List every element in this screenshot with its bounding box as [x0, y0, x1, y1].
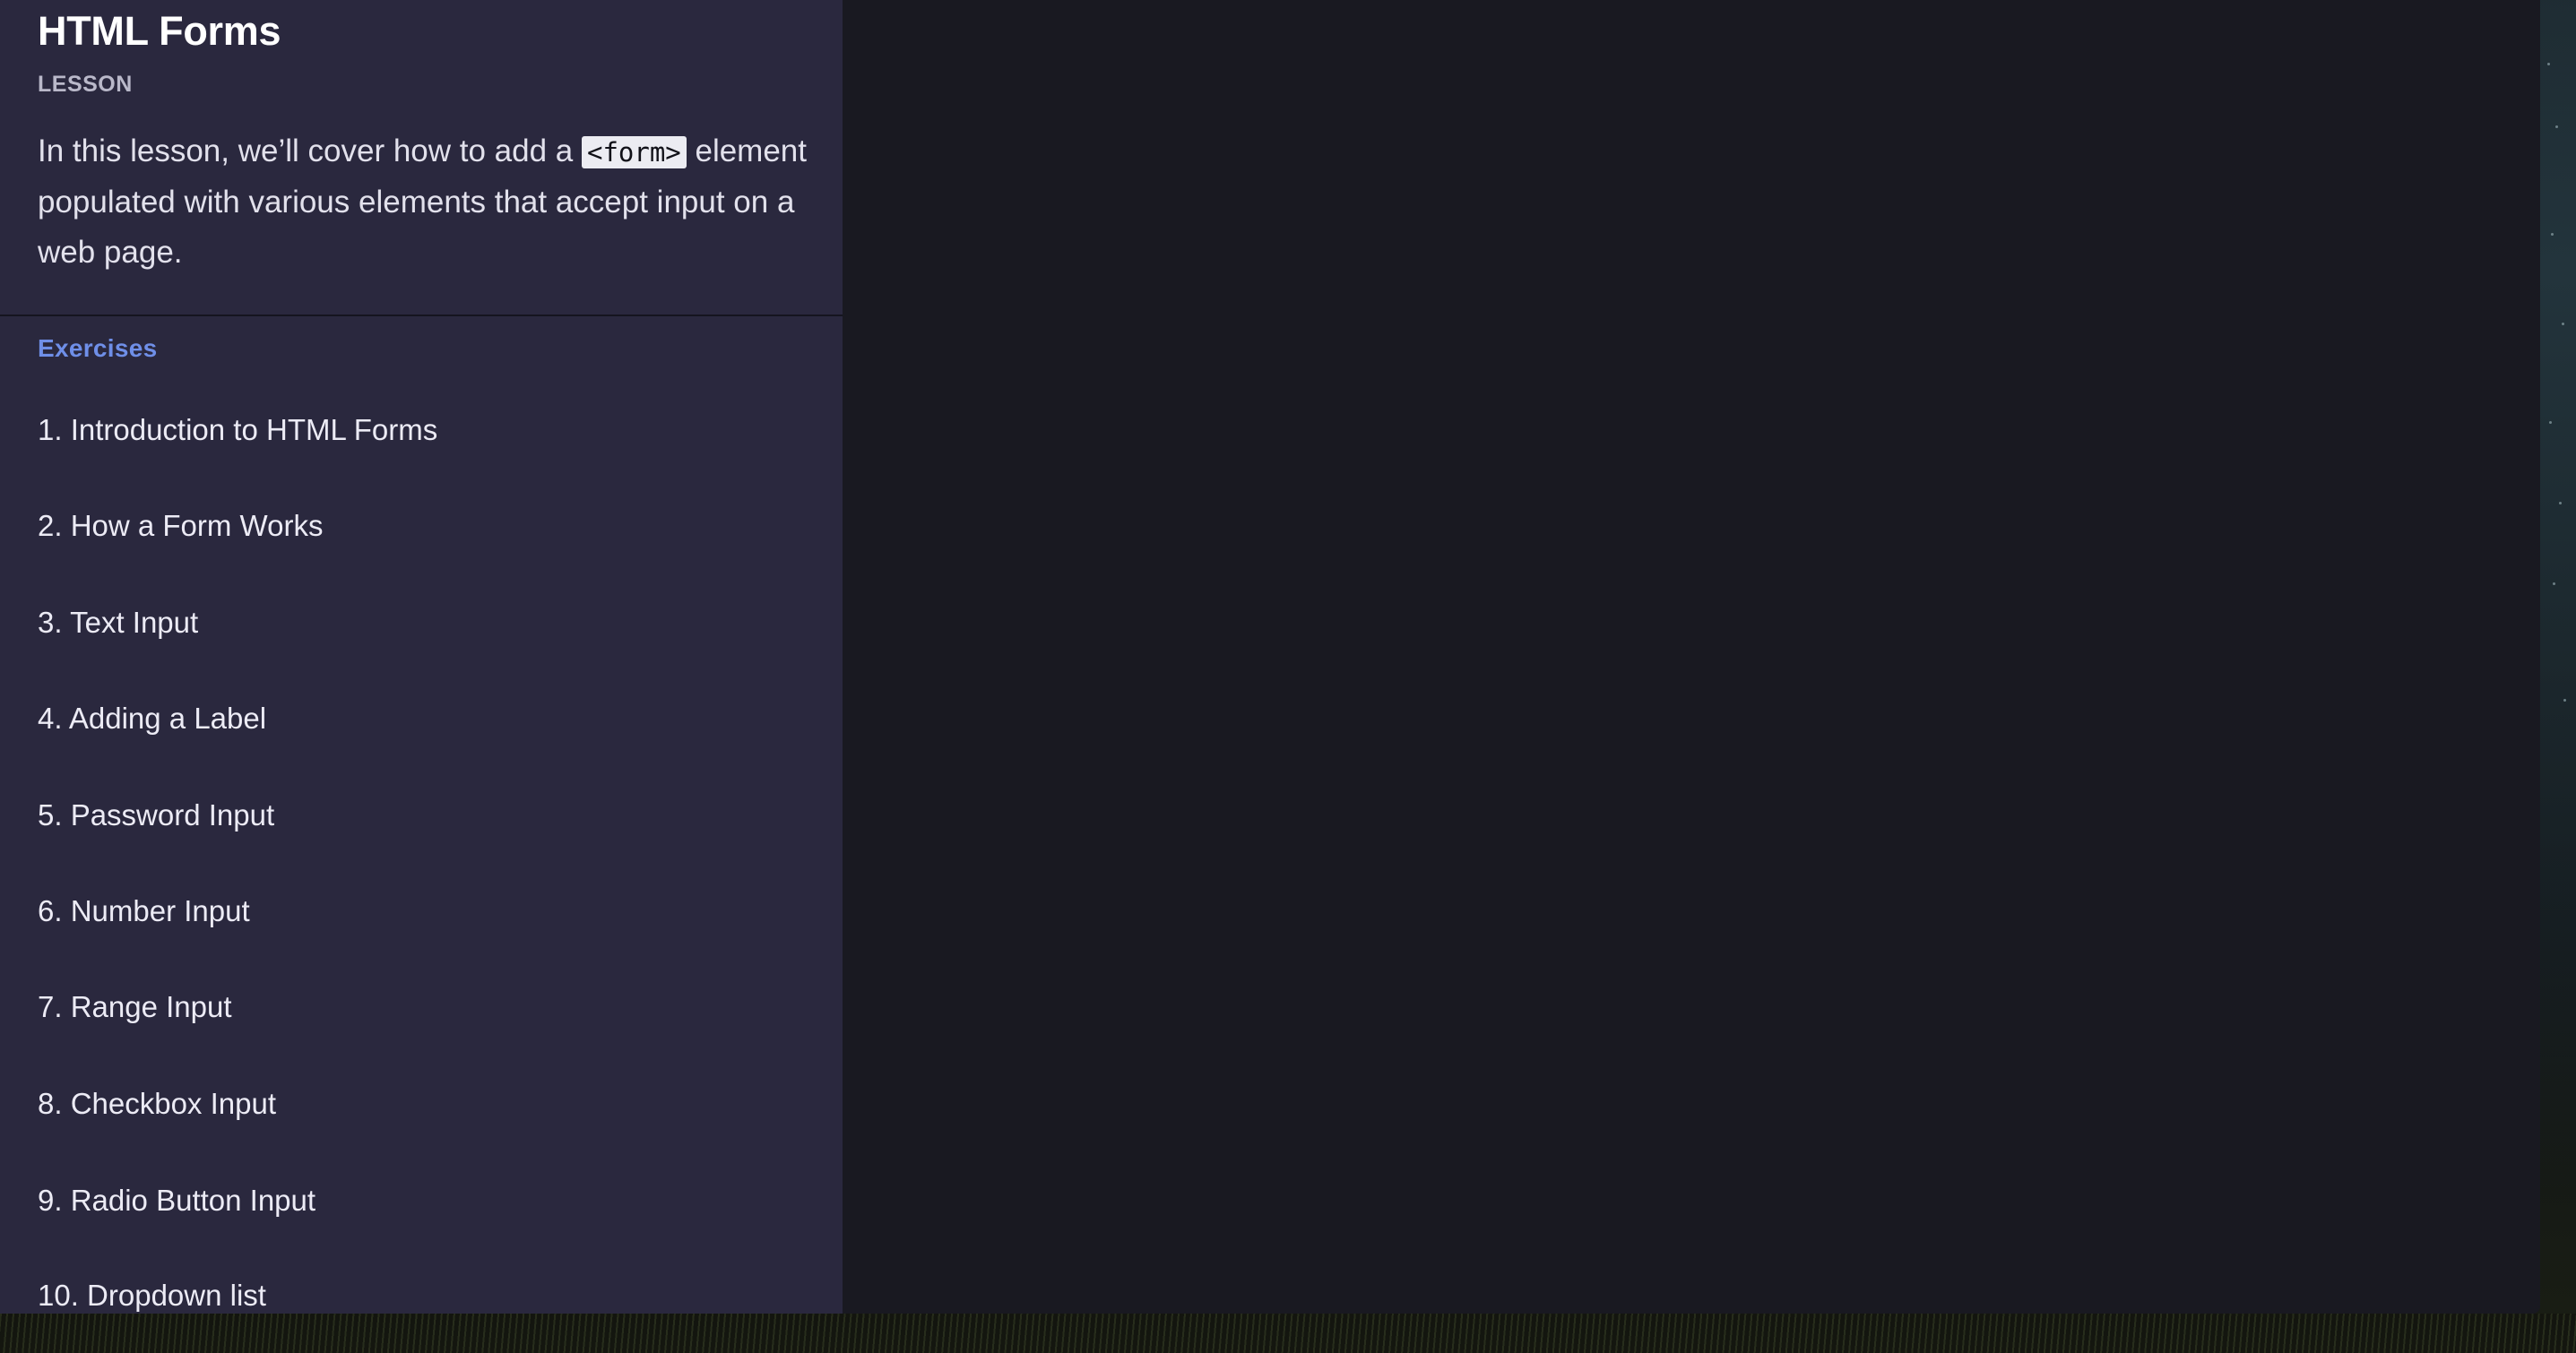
exercise-item-dropdown-list[interactable]: 10. Dropdown list: [38, 1278, 266, 1314]
star: [2562, 323, 2564, 325]
grass-strip: [0, 1314, 2576, 1353]
exercise-item-range-input[interactable]: 7. Range Input: [38, 989, 232, 1025]
exercise-item-introduction-to-html-forms[interactable]: 1. Introduction to HTML Forms: [38, 412, 437, 448]
star: [2553, 582, 2555, 585]
star: [2559, 502, 2562, 504]
exercise-item-text-input[interactable]: 3. Text Input: [38, 605, 198, 641]
exercise-item-number-input[interactable]: 6. Number Input: [38, 893, 250, 929]
exercise-item-how-a-form-works[interactable]: 2. How a Form Works: [38, 508, 323, 544]
star: [2555, 125, 2558, 128]
exercises-heading: Exercises: [38, 334, 158, 362]
lesson-title: HTML Forms: [38, 8, 281, 54]
exercise-item-radio-button-input[interactable]: 9. Radio Button Input: [38, 1183, 316, 1219]
star: [2549, 421, 2552, 424]
lesson-type-label: LESSON: [38, 72, 133, 97]
exercise-item-checkbox-input[interactable]: 8. Checkbox Input: [38, 1086, 276, 1122]
exercise-item-adding-a-label[interactable]: 4. Adding a Label: [38, 701, 266, 737]
main-content-area: [843, 0, 2540, 1314]
form-code-chip: <form>: [581, 136, 687, 168]
lesson-sidebar: HTML Forms LESSON In this lesson, we’ll …: [0, 0, 843, 1314]
star: [2551, 233, 2554, 236]
lesson-description: In this lesson, we’ll cover how to add a…: [38, 126, 808, 278]
exercises-section: Exercises: [0, 316, 843, 363]
app-window: HTML Forms LESSON In this lesson, we’ll …: [0, 0, 2540, 1314]
star: [2547, 63, 2550, 65]
lesson-header: HTML Forms LESSON In this lesson, we’ll …: [0, 0, 843, 278]
star: [2563, 699, 2566, 702]
exercise-item-password-input[interactable]: 5. Password Input: [38, 797, 274, 833]
lesson-description-text: In this lesson, we’ll cover how to add a: [38, 134, 582, 168]
